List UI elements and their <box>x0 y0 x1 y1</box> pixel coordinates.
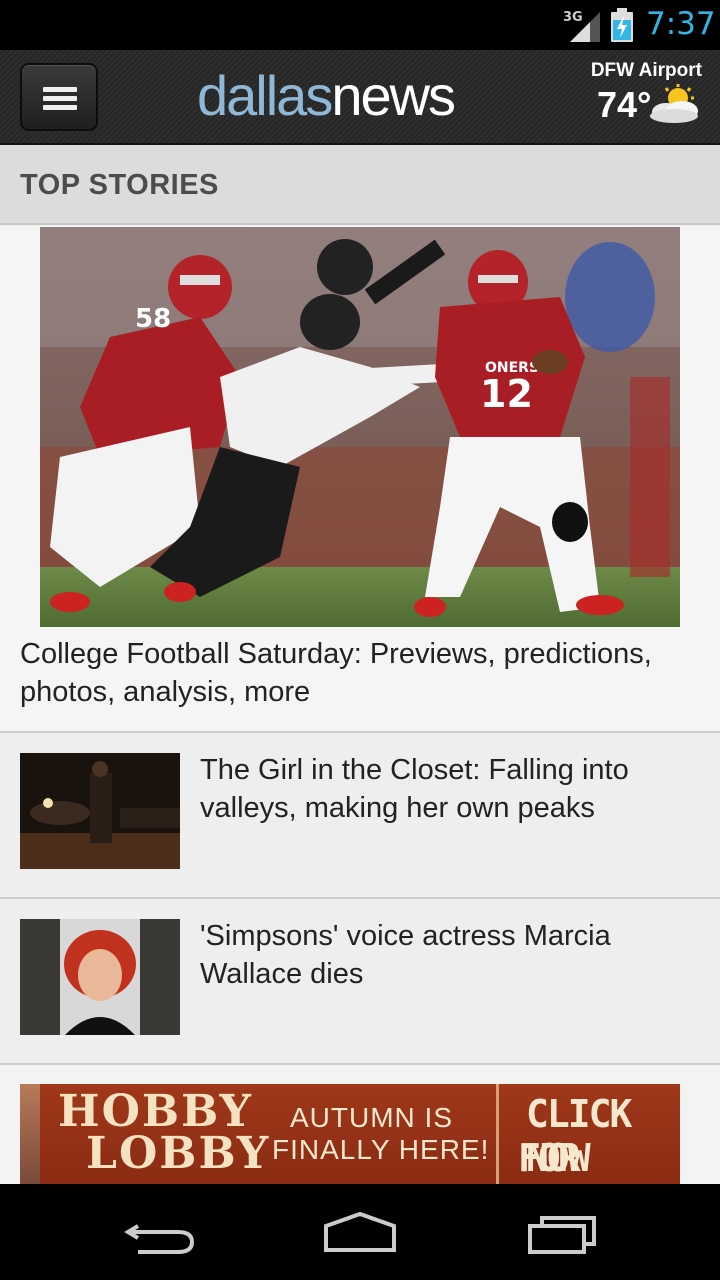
status-bar: 3G 7:37 <box>0 0 720 50</box>
svg-text:12: 12 <box>480 372 533 416</box>
ad-edge <box>20 1084 40 1184</box>
football-photo: 58 ONERS 12 <box>40 227 680 627</box>
svg-text:58: 58 <box>135 304 171 334</box>
story-headline: The Girl in the Closet: Falling into val… <box>200 754 629 824</box>
ad-message-line1: AUTUMN IS <box>290 1102 453 1133</box>
ad-banner[interactable]: HOBBY LOBBY AUTUMN IS FINALLY HERE! CLIC… <box>40 1084 680 1184</box>
ad-cta-line2: FOR COUPON <box>518 1136 640 1184</box>
dallasnews-logo[interactable]: dallasnews <box>197 64 456 127</box>
navigation-bar <box>0 1184 720 1280</box>
signal-3g-icon: 3G <box>563 10 600 42</box>
content-area[interactable]: TOP STORIES 58 ONERS 12 College Football… <box>0 145 720 1184</box>
story-headline: 'Simpsons' voice actress Marcia Wallace … <box>200 920 611 990</box>
ad-brand-line2: LOBBY <box>86 1128 271 1179</box>
recents-icon[interactable] <box>522 1206 602 1258</box>
ad-divider <box>496 1084 499 1184</box>
network-type-label: 3G <box>563 10 583 25</box>
weather-location: DFW Airport <box>590 60 702 81</box>
home-icon[interactable] <box>320 1206 400 1258</box>
section-title: TOP STORIES <box>20 169 219 201</box>
story-list-item[interactable]: The Girl in the Closet: Falling into val… <box>0 733 720 899</box>
story-thumbnail <box>20 753 180 869</box>
partly-cloudy-icon <box>650 84 698 123</box>
menu-button[interactable] <box>20 63 98 131</box>
story-headline: College Football Saturday: Previews, pre… <box>20 638 652 708</box>
app-header: dallasnews DFW Airport 74° <box>0 50 720 145</box>
battery-charging-icon <box>611 8 633 42</box>
logo-text-dallas: dallas <box>197 64 333 127</box>
logo-text-news: news <box>331 64 456 127</box>
story-thumbnail <box>20 919 180 1035</box>
section-header: TOP STORIES <box>0 145 720 225</box>
hero-story[interactable]: 58 ONERS 12 College Football Saturday: P… <box>0 227 720 733</box>
story-list-item[interactable]: 'Simpsons' voice actress Marcia Wallace … <box>0 899 720 1065</box>
status-clock: 7:37 <box>646 6 716 42</box>
ad-message-line2: FINALLY HERE! <box>272 1134 490 1165</box>
back-icon[interactable] <box>120 1206 200 1258</box>
